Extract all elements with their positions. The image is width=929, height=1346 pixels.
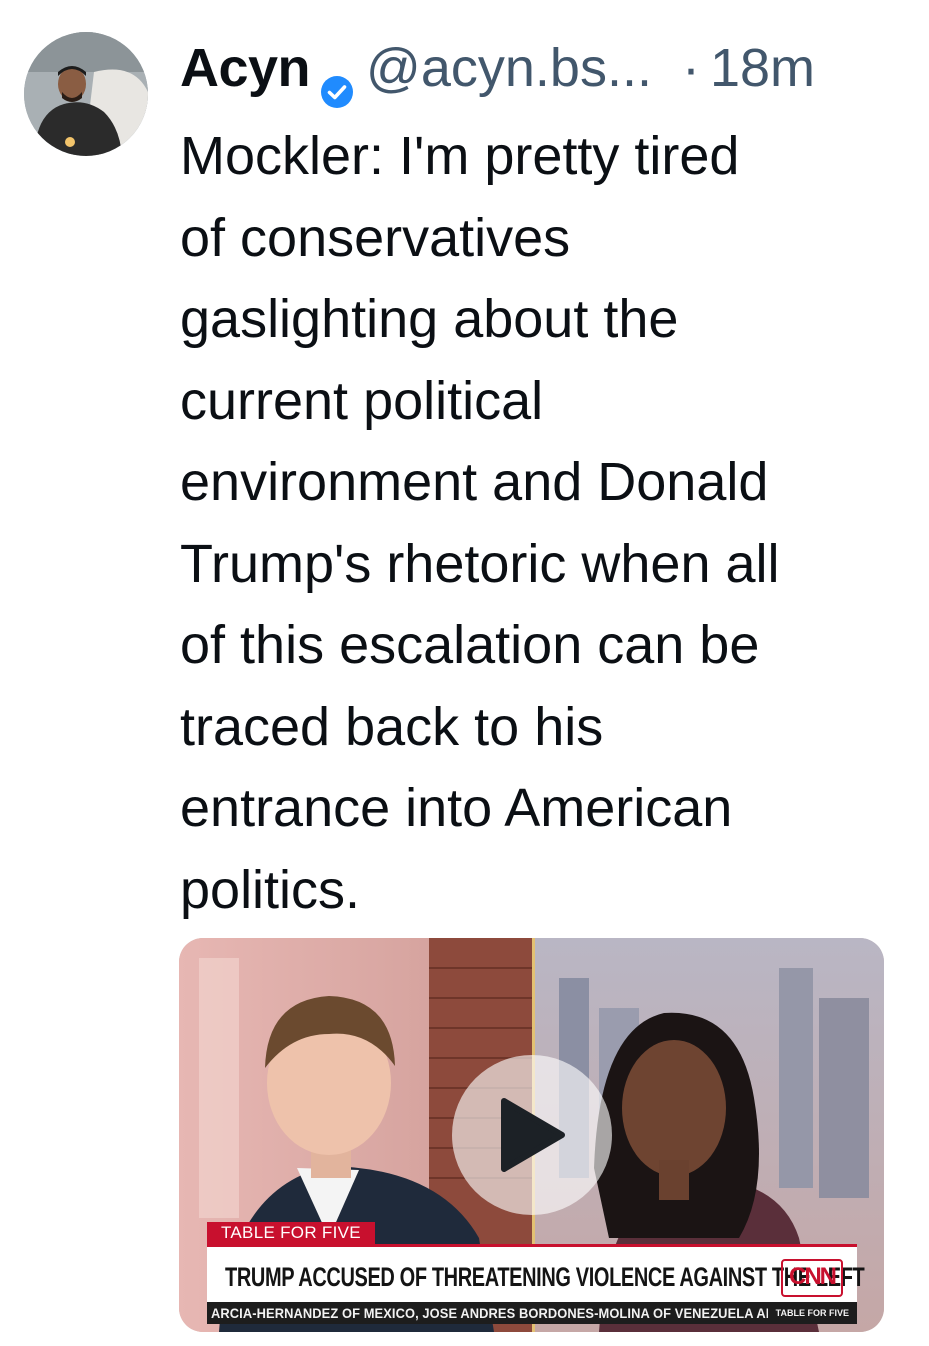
play-button[interactable] <box>452 1055 612 1215</box>
author-avatar[interactable] <box>24 32 148 156</box>
verified-badge-icon <box>320 51 354 108</box>
meta-separator: · <box>681 38 700 98</box>
avatar-photo <box>24 32 148 156</box>
play-icon <box>501 1098 565 1172</box>
post-text: Mockler: I'm pretty tired of conservativ… <box>180 126 780 920</box>
ticker-text: ARCIA-HERNANDEZ OF MEXICO, JOSE ANDRES B… <box>211 1305 770 1321</box>
ticker-tag: TABLE FOR FIVE <box>767 1302 857 1324</box>
news-lower-third: TRUMP ACCUSED OF THREATENING VIOLENCE AG… <box>207 1244 865 1305</box>
network-logo: CNN <box>781 1259 843 1297</box>
post-header: Acyn @acyn.bs... · 18m <box>180 28 815 108</box>
post-card[interactable]: Acyn @acyn.bs... · 18m Mockler: I'm pret… <box>0 0 929 1346</box>
author-handle[interactable]: @acyn.bs... <box>366 28 652 108</box>
news-headline: TRUMP ACCUSED OF THREATENING VIOLENCE AG… <box>225 1262 865 1292</box>
post-timestamp[interactable]: 18m <box>710 28 815 108</box>
news-ticker: ARCIA-HERNANDEZ OF MEXICO, JOSE ANDRES B… <box>207 1302 857 1324</box>
author-display-name[interactable]: Acyn <box>180 28 311 108</box>
segment-tag: TABLE FOR FIVE <box>207 1222 375 1244</box>
video-embed[interactable]: TABLE FOR FIVE TRUMP ACCUSED OF THREATEN… <box>179 938 884 1332</box>
